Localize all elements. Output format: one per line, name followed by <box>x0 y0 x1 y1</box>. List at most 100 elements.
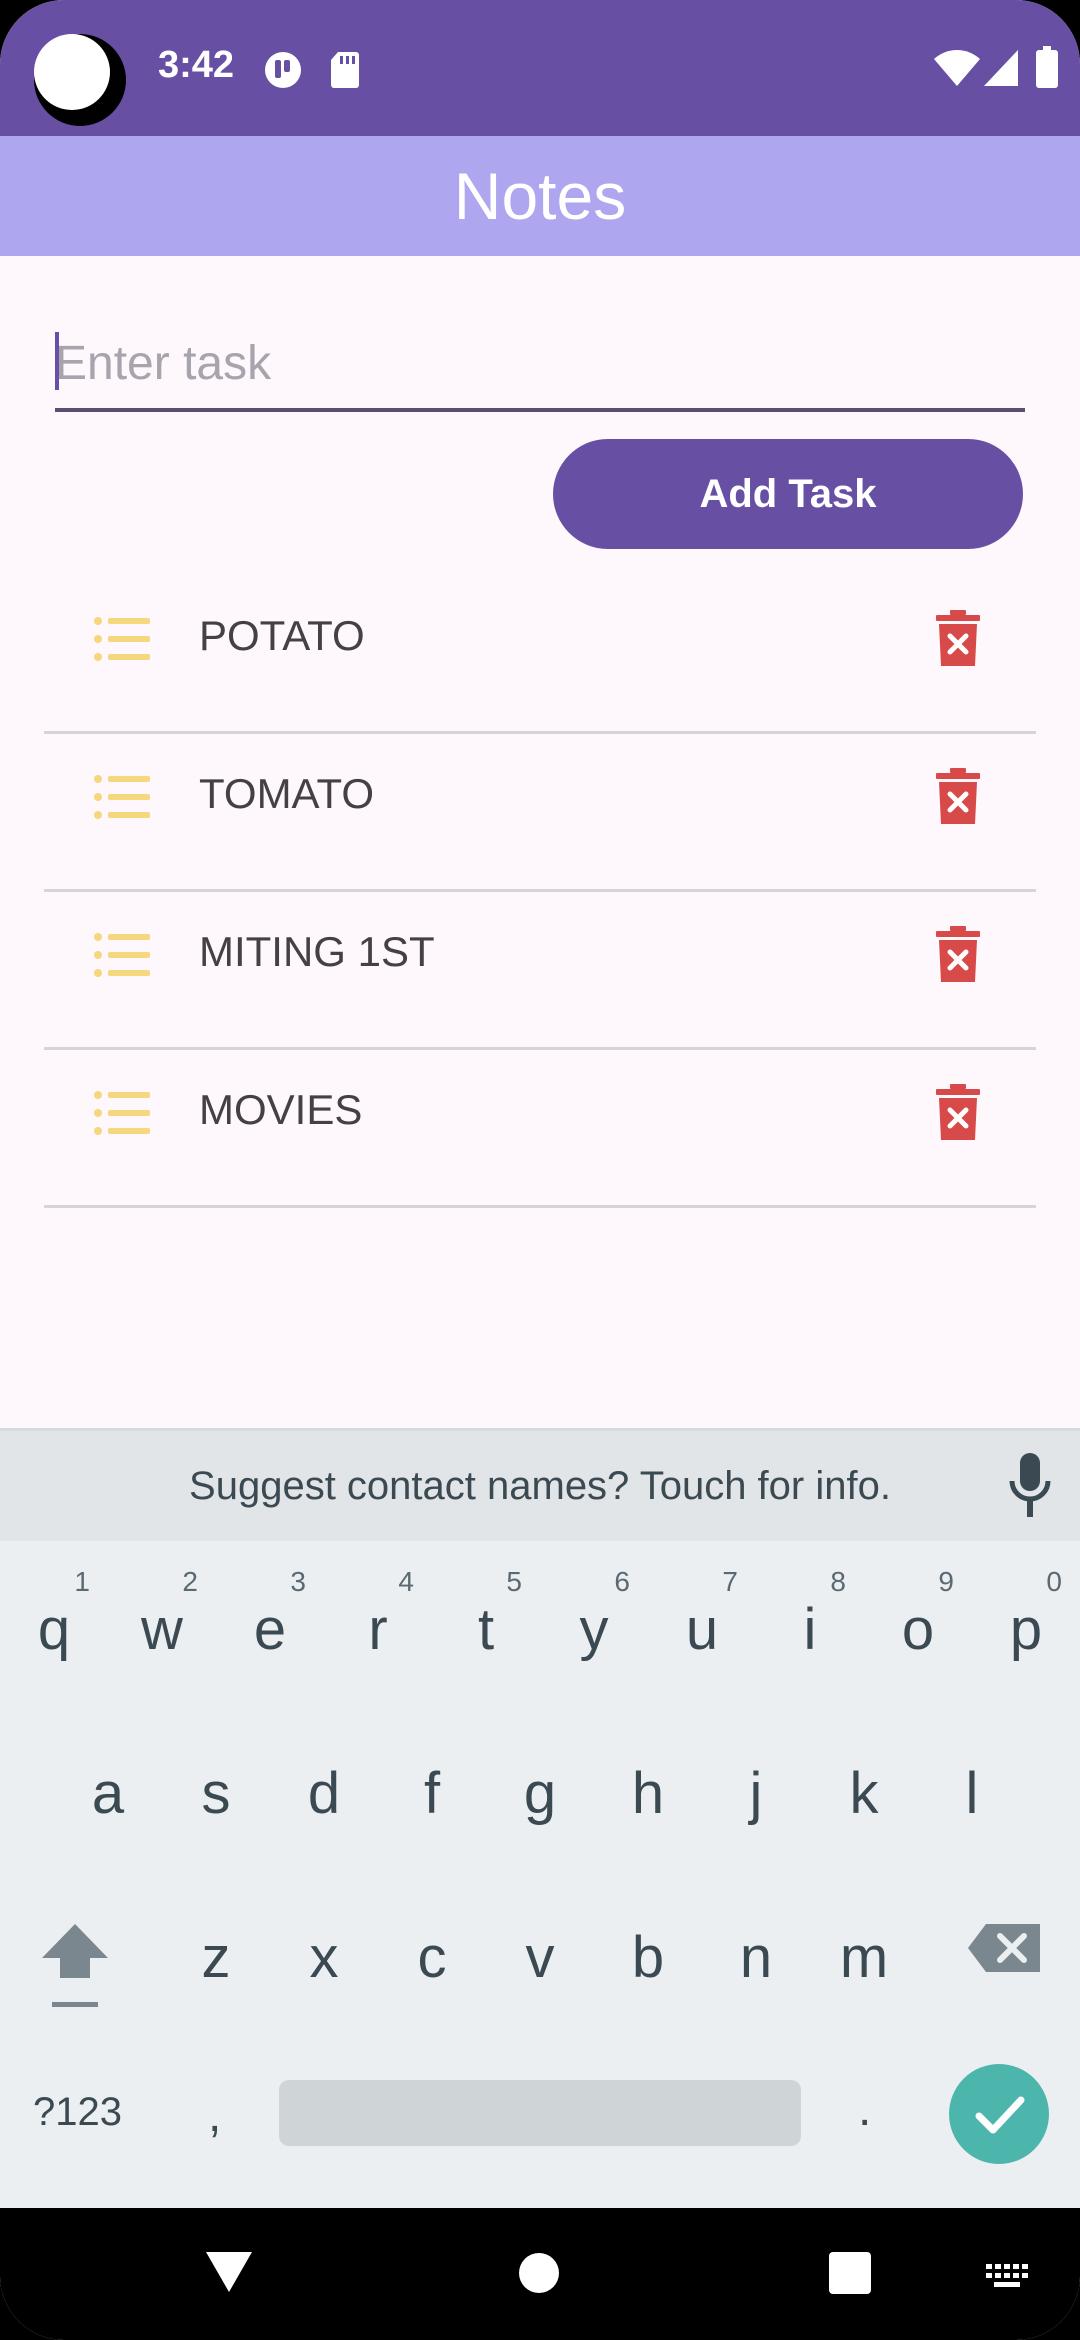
back-icon[interactable] <box>204 2250 254 2294</box>
period-key[interactable]: . <box>858 2082 871 2137</box>
key-letter: h <box>631 1761 665 1826</box>
navigation-bar <box>0 2208 1080 2340</box>
key-letter: f <box>423 1761 441 1826</box>
key-letter: z <box>201 1925 231 1990</box>
task-input[interactable] <box>55 318 1025 408</box>
key-m[interactable]: m <box>814 1886 914 2016</box>
sd-card-icon <box>331 52 359 88</box>
key-g[interactable]: g <box>490 1722 590 1852</box>
recents-icon[interactable] <box>829 2252 871 2294</box>
task-label: TOMATO <box>199 770 375 817</box>
delete-icon[interactable] <box>936 610 980 666</box>
key-h[interactable]: h <box>598 1722 698 1852</box>
task-row[interactable]: POTATO <box>44 576 1036 734</box>
comma-key[interactable]: , <box>208 2088 221 2143</box>
delete-icon[interactable] <box>936 1084 980 1140</box>
suggestion-text[interactable]: Suggest contact names? Touch for info. <box>0 1464 1080 1509</box>
key-p[interactable]: p0 <box>976 1558 1076 1688</box>
key-v[interactable]: v <box>490 1886 590 2016</box>
key-letter: b <box>631 1925 665 1990</box>
key-f[interactable]: f <box>382 1722 482 1852</box>
key-a[interactable]: a <box>58 1722 158 1852</box>
task-label: MOVIES <box>199 1086 363 1133</box>
key-number-hint: 9 <box>938 1566 954 1597</box>
task-list: POTATO TOMATO MITING 1ST MOVIES <box>44 576 1036 1208</box>
keyboard-switch-icon[interactable] <box>986 2264 1028 2292</box>
task-label: POTATO <box>199 612 365 659</box>
key-number-hint: 5 <box>506 1566 522 1597</box>
key-number-hint: 3 <box>290 1566 306 1597</box>
key-w[interactable]: w2 <box>112 1558 212 1688</box>
key-n[interactable]: n <box>706 1886 806 2016</box>
key-x[interactable]: x <box>274 1886 374 2016</box>
key-d[interactable]: d <box>274 1722 374 1852</box>
task-input-container <box>55 318 1025 412</box>
key-e[interactable]: e3 <box>220 1558 320 1688</box>
app-title: Notes <box>453 159 627 233</box>
key-z[interactable]: z <box>166 1886 266 2016</box>
notification-icon <box>265 52 301 88</box>
app-bar: Notes <box>0 136 1080 256</box>
text-cursor <box>55 332 59 390</box>
key-number-hint: 8 <box>830 1566 846 1597</box>
list-icon <box>94 1091 150 1135</box>
key-letter: v <box>525 1925 555 1990</box>
key-letter: j <box>749 1761 763 1826</box>
key-q[interactable]: q1 <box>4 1558 104 1688</box>
key-letter: d <box>307 1761 341 1826</box>
microphone-icon[interactable] <box>1008 1453 1052 1517</box>
key-letter: w <box>141 1597 183 1662</box>
key-letter: o <box>901 1597 935 1662</box>
backspace-key-icon[interactable] <box>968 1924 1040 1972</box>
key-t[interactable]: t5 <box>436 1558 536 1688</box>
key-o[interactable]: o9 <box>868 1558 968 1688</box>
wifi-icon <box>934 50 980 86</box>
key-letter: p <box>1009 1597 1043 1662</box>
list-icon <box>94 933 150 977</box>
key-letter: c <box>417 1925 447 1990</box>
enter-key[interactable] <box>949 2064 1049 2164</box>
key-letter: t <box>477 1597 495 1662</box>
key-letter: s <box>201 1761 231 1826</box>
key-b[interactable]: b <box>598 1886 698 2016</box>
delete-icon[interactable] <box>936 768 980 824</box>
key-number-hint: 2 <box>182 1566 198 1597</box>
key-number-hint: 1 <box>74 1566 90 1597</box>
key-number-hint: 0 <box>1046 1566 1062 1597</box>
list-icon <box>94 775 150 819</box>
key-s[interactable]: s <box>166 1722 266 1852</box>
shift-key-icon[interactable] <box>40 1922 110 2010</box>
key-y[interactable]: y6 <box>544 1558 644 1688</box>
task-row[interactable]: MITING 1ST <box>44 892 1036 1050</box>
camera-cutout <box>34 34 126 126</box>
key-number-hint: 6 <box>614 1566 630 1597</box>
key-letter: y <box>579 1597 609 1662</box>
key-u[interactable]: u7 <box>652 1558 752 1688</box>
suggestion-strip[interactable]: Suggest contact names? Touch for info. <box>0 1428 1080 1541</box>
delete-icon[interactable] <box>936 926 980 982</box>
task-label: MITING 1ST <box>199 928 435 975</box>
key-letter: l <box>965 1761 979 1826</box>
add-task-button[interactable]: Add Task <box>553 439 1023 549</box>
task-row[interactable]: MOVIES <box>44 1050 1036 1208</box>
key-l[interactable]: l <box>922 1722 1022 1852</box>
key-c[interactable]: c <box>382 1886 482 2016</box>
key-j[interactable]: j <box>706 1722 806 1852</box>
key-k[interactable]: k <box>814 1722 914 1852</box>
home-icon[interactable] <box>518 2252 560 2294</box>
key-number-hint: 4 <box>398 1566 414 1597</box>
key-letter: m <box>839 1925 889 1990</box>
key-letter: x <box>309 1925 339 1990</box>
phone-screen: 3:42 Notes Add Task <box>0 0 1080 2340</box>
key-i[interactable]: i8 <box>760 1558 860 1688</box>
key-letter: n <box>739 1925 773 1990</box>
task-row[interactable]: TOMATO <box>44 734 1036 892</box>
key-letter: q <box>37 1597 71 1662</box>
key-letter: i <box>803 1597 817 1662</box>
key-number-hint: 7 <box>722 1566 738 1597</box>
key-r[interactable]: r4 <box>328 1558 428 1688</box>
space-key[interactable] <box>279 2080 801 2146</box>
key-letter: r <box>368 1597 388 1662</box>
signal-icon <box>984 50 1018 86</box>
symbols-key[interactable]: ?123 <box>33 2090 122 2135</box>
